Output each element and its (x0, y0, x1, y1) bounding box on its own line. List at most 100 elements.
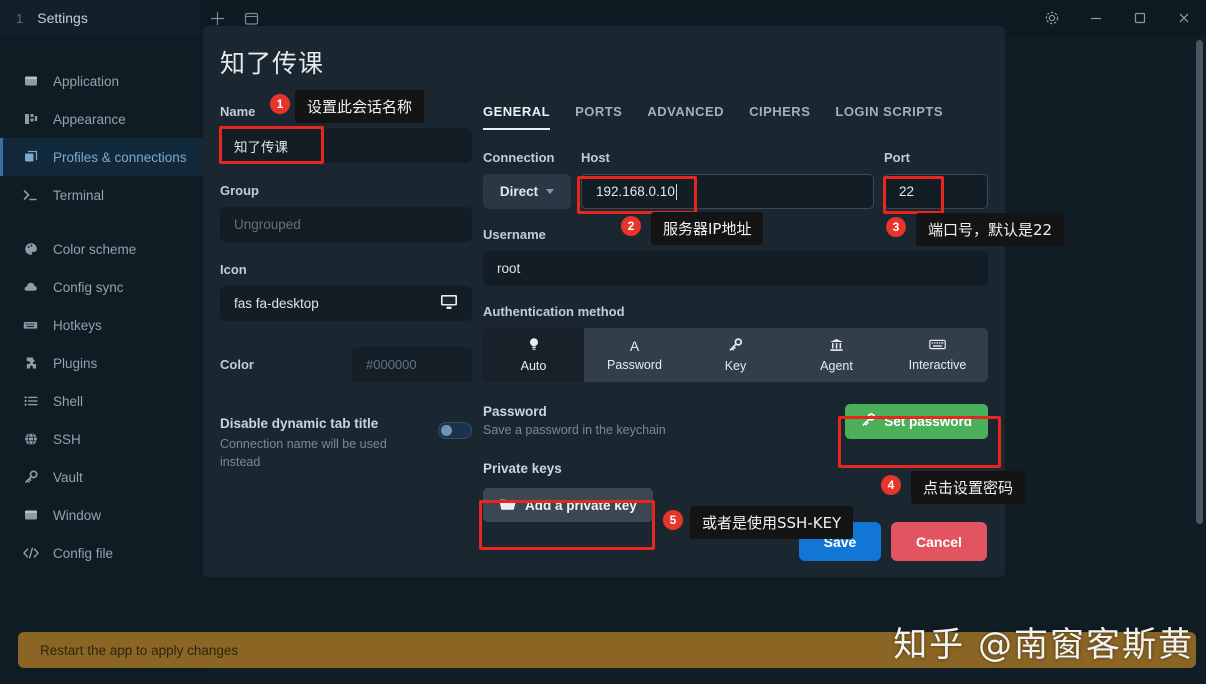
cancel-button[interactable]: Cancel (891, 522, 987, 561)
set-password-label: Set password (884, 414, 972, 429)
close-icon[interactable] (1162, 0, 1206, 36)
tab-login-scripts[interactable]: LOGIN SCRIPTS (835, 104, 943, 130)
auth-option-label: Key (724, 358, 747, 373)
tab-title-label: Settings (37, 10, 88, 26)
layers-icon (22, 150, 39, 164)
tab-general[interactable]: GENERAL (483, 104, 551, 130)
annotation-tip-4: 点击设置密码 (911, 471, 1026, 504)
auth-option-label: Auto (520, 359, 547, 373)
icon-input[interactable]: fas fa-desktop (220, 286, 472, 321)
auth-option-interactive[interactable]: Interactive (887, 328, 988, 382)
sidebar-item-profiles-connections[interactable]: Profiles & connections (0, 138, 205, 176)
icon-input-value: fas fa-desktop (234, 296, 319, 311)
window-icon (22, 508, 39, 522)
auth-option-key[interactable]: Key (685, 328, 786, 382)
auth-option-label: Password (607, 357, 662, 372)
key-icon (728, 337, 743, 354)
palette-swatch-icon (22, 112, 39, 126)
annotation-tip-5: 或者是使用SSH-KEY (690, 506, 854, 539)
set-password-button[interactable]: Set password (845, 404, 988, 439)
keyboard-icon (929, 338, 946, 353)
dynamic-tab-title-toggle[interactable] (438, 422, 472, 439)
connection-label: Connection (483, 150, 555, 165)
sidebar-item-vault[interactable]: Vault (0, 458, 205, 496)
gear-icon[interactable] (1030, 0, 1074, 36)
host-input[interactable]: 192.168.0.10 (581, 174, 874, 209)
auth-option-label: Interactive (908, 358, 967, 372)
minimize-icon[interactable] (1074, 0, 1118, 36)
auth-option-auto[interactable]: Auto (483, 328, 584, 382)
sidebar-item-config-sync[interactable]: Config sync (0, 268, 205, 306)
sidebar-item-label: Appearance (53, 111, 126, 127)
annotation-badge-1: 1 (270, 94, 290, 114)
sidebar-item-label: Application (53, 73, 120, 89)
annotation-badge-5: 5 (663, 510, 683, 530)
connection-row: Connection Direct Host 192.168.0.10 Port… (483, 150, 988, 209)
sidebar-item-application[interactable]: Application (0, 62, 205, 100)
tab-ciphers[interactable]: CIPHERS (749, 104, 810, 130)
add-private-key-button[interactable]: Add a private key (483, 488, 653, 522)
sidebar-item-label: Config file (53, 545, 114, 561)
sidebar-item-label: Terminal (53, 187, 105, 203)
settings-sidebar: Application Appearance Profiles & connec… (0, 36, 205, 684)
sidebar-item-ssh[interactable]: SSH (0, 420, 205, 458)
sidebar-item-plugins[interactable]: Plugins (0, 344, 205, 382)
folder-open-icon (499, 497, 516, 514)
group-input[interactable]: Ungrouped (220, 207, 472, 242)
name-input[interactable]: 知了传课 (220, 128, 472, 163)
cloud-icon (22, 280, 39, 294)
connection-select[interactable]: Direct (483, 174, 571, 209)
bulb-icon (528, 337, 540, 354)
maximize-icon[interactable] (1118, 0, 1162, 36)
sidebar-item-label: Plugins (53, 355, 98, 371)
key-icon (22, 470, 39, 484)
watermark: 知乎 @南窗客斯黄 (893, 625, 1194, 665)
username-input[interactable]: root (483, 251, 988, 286)
sidebar-item-shell[interactable]: Shell (0, 382, 205, 420)
code-icon (22, 546, 39, 560)
page-scrollbar[interactable] (1196, 40, 1203, 524)
tab-settings[interactable]: 1 Settings (0, 0, 200, 36)
sidebar-item-terminal[interactable]: Terminal (0, 176, 205, 214)
tab-index: 1 (16, 10, 24, 26)
tab-advanced[interactable]: ADVANCED (647, 104, 724, 130)
dynamic-tab-title-label: Disable dynamic tab title (220, 416, 379, 431)
color-input[interactable]: #000000 (352, 347, 472, 382)
key-icon (861, 413, 876, 430)
group-label: Group (220, 183, 259, 198)
window-icon (22, 74, 39, 88)
sidebar-item-config-file[interactable]: Config file (0, 534, 205, 572)
sidebar-item-window[interactable]: Window (0, 496, 205, 534)
keyboard-icon (22, 318, 39, 332)
sidebar-item-label: Profiles & connections (53, 149, 187, 165)
host-input-value: 192.168.0.10 (596, 184, 675, 199)
puzzle-icon (22, 356, 39, 370)
tab-ports[interactable]: PORTS (575, 104, 622, 130)
dialog-right-column: GENERAL PORTS ADVANCED CIPHERS LOGIN SCR… (483, 104, 988, 522)
auth-option-label: Agent (820, 358, 853, 373)
password-row: Password Save a password in the keychain… (483, 404, 988, 439)
sidebar-item-label: Color scheme (53, 241, 137, 257)
host-label: Host (581, 150, 610, 165)
sidebar-item-color-scheme[interactable]: Color scheme (0, 230, 205, 268)
dialog-left-column: Name 知了传课 Group Ungrouped Icon fas fa-de… (220, 104, 472, 471)
sidebar-item-hotkeys[interactable]: Hotkeys (0, 306, 205, 344)
authentication-method-label: Authentication method (483, 304, 625, 319)
sidebar-item-label: Vault (53, 469, 83, 485)
password-title: Password (483, 404, 547, 419)
sidebar-item-appearance[interactable]: Appearance (0, 100, 205, 138)
annotation-tip-2: 服务器IP地址 (651, 212, 764, 245)
authentication-method-group: Auto A Password Key Agent Interactive (483, 328, 988, 382)
auth-option-password[interactable]: A Password (584, 328, 685, 382)
color-row: Color #000000 (220, 347, 472, 382)
palette-icon (22, 242, 39, 256)
agent-icon (829, 338, 844, 354)
desktop-icon (440, 294, 458, 313)
auth-option-agent[interactable]: Agent (786, 328, 887, 382)
authentication-method-section: Authentication method Auto A Password Ke… (483, 304, 988, 382)
port-input[interactable]: 22 (884, 174, 988, 209)
annotation-badge-3: 3 (886, 217, 906, 237)
globe-icon (22, 432, 39, 446)
sidebar-item-label: Config sync (53, 279, 124, 295)
add-private-key-label: Add a private key (525, 497, 637, 513)
